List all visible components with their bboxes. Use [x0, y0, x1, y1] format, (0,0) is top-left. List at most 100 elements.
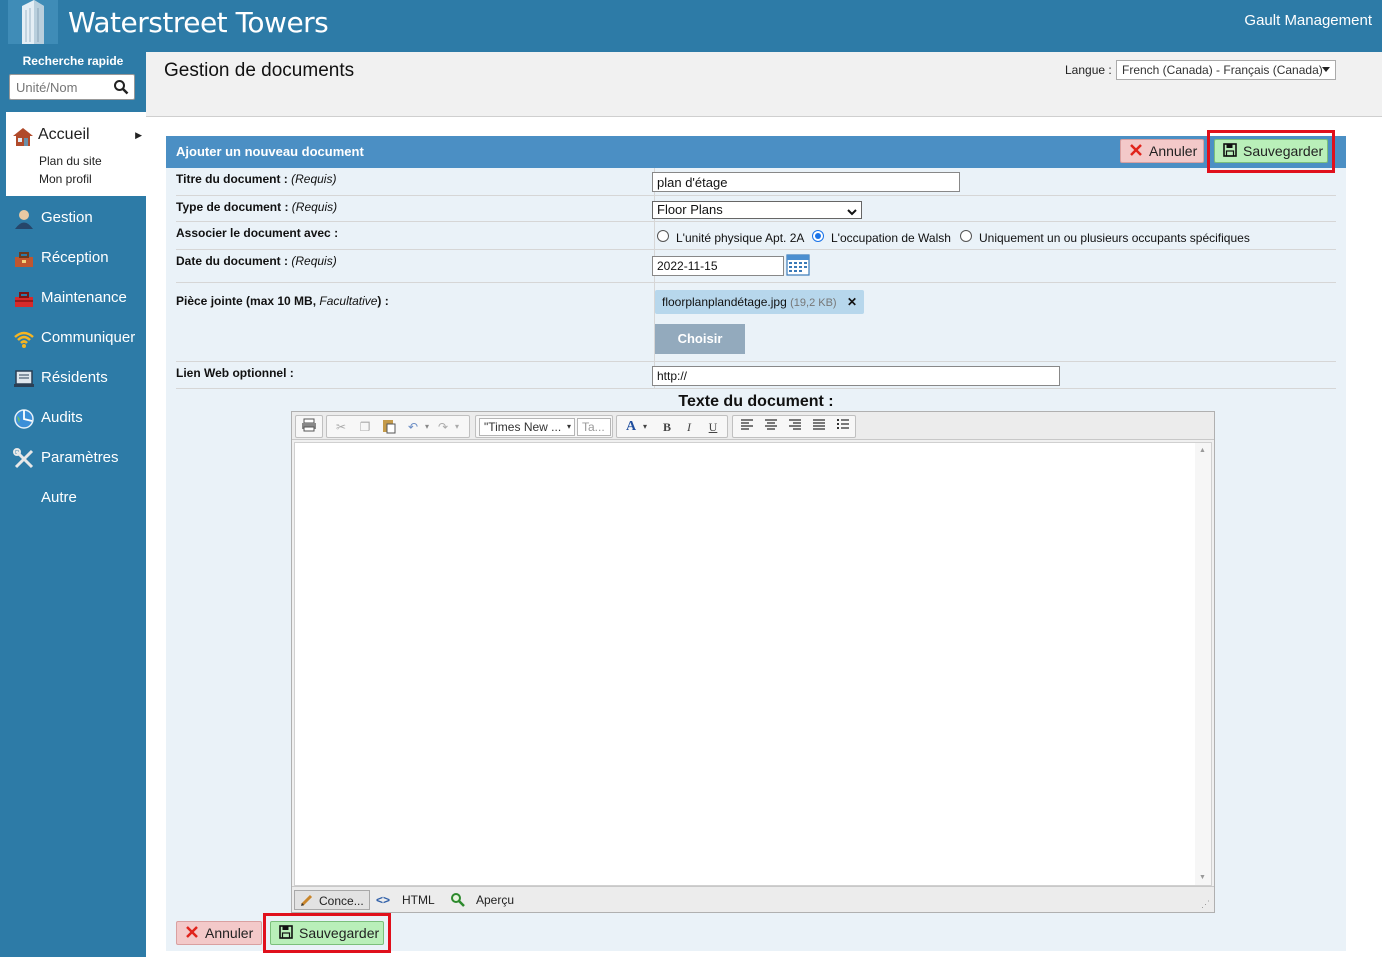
document-type-select[interactable]: Floor Plans: [652, 201, 862, 219]
date-label: Date du document : (Requis): [176, 254, 337, 268]
house-icon: [12, 127, 34, 150]
choose-file-button[interactable]: Choisir: [655, 324, 745, 354]
redo-dropdown-icon[interactable]: ▾: [447, 418, 467, 436]
magnifier-icon: [450, 892, 466, 914]
align-left-icon[interactable]: [737, 418, 757, 436]
save-button-bottom[interactable]: Sauvegarder: [270, 921, 384, 945]
close-icon: [185, 925, 199, 942]
design-mode-button[interactable]: Conce...: [294, 890, 370, 910]
document-date-input[interactable]: [652, 256, 784, 276]
toolbar-group-font: "Times New ... ▾ Ta...: [475, 415, 613, 438]
sidebar-label: Communiquer: [41, 329, 136, 346]
paste-icon[interactable]: [379, 418, 399, 436]
sidebar-item-residents[interactable]: Résidents: [0, 366, 146, 392]
save-label: Sauvegarder: [299, 925, 380, 941]
tools-icon: [13, 448, 35, 470]
quick-search-box: [9, 74, 135, 100]
associate-label: Associer le document avec :: [176, 226, 339, 240]
sidebar-subitem-profile[interactable]: Mon profil: [39, 172, 92, 186]
attached-file-size: (19,2 KB): [790, 297, 837, 309]
form-row-attachment: Pièce jointe (max 10 MB, Facultative) : …: [176, 283, 1336, 362]
sidebar-item-gestion[interactable]: Gestion: [0, 206, 146, 232]
radio-physical-unit[interactable]: [657, 230, 669, 242]
caret-down-icon: [1322, 67, 1330, 72]
font-family-dropdown[interactable]: "Times New ... ▾: [479, 418, 575, 436]
font-color-dropdown-icon[interactable]: ▾: [635, 418, 655, 436]
bold-icon[interactable]: B: [657, 418, 677, 436]
align-justify-icon[interactable]: [809, 418, 829, 436]
editor-mode-bar: Conce... <> HTML Aperçu ⋰: [292, 886, 1214, 912]
form-row-type: Type de document : (Requis) Floor Plans: [176, 196, 1336, 222]
type-label: Type de document : (Requis): [176, 200, 338, 214]
cancel-label: Annuler: [1149, 143, 1198, 159]
sidebar-item-parametres[interactable]: Paramètres: [0, 446, 146, 472]
editor-content-area[interactable]: ▲ ▼: [294, 442, 1212, 886]
panel-heading: Ajouter un nouveau document: [176, 144, 364, 159]
align-center-icon[interactable]: [761, 418, 781, 436]
document-text-label: Texte du document :: [678, 393, 834, 410]
caret-down-icon: ▾: [566, 422, 571, 431]
scroll-down-icon[interactable]: ▼: [1199, 874, 1206, 881]
font-size-dropdown[interactable]: Ta...: [577, 418, 611, 436]
title-label: Titre du document : (Requis): [176, 172, 337, 186]
sidebar-item-maintenance[interactable]: Maintenance: [0, 286, 146, 312]
radio-occupancy[interactable]: [812, 230, 824, 242]
quick-search-input[interactable]: [10, 75, 110, 99]
company-name[interactable]: Gault Management: [1244, 12, 1372, 29]
sidebar-item-audits[interactable]: Audits: [0, 406, 146, 432]
remove-file-icon[interactable]: ✕: [847, 295, 857, 309]
main-header: Gestion de documents Langue : French (Ca…: [146, 52, 1382, 117]
scroll-up-icon[interactable]: ▲: [1199, 447, 1206, 454]
sidebar-label: Résidents: [41, 369, 108, 386]
attached-file-chip: floorplanplandétage.jpg (19,2 KB) ✕: [655, 290, 864, 314]
cut-icon[interactable]: ✂: [331, 418, 351, 436]
sidebar-label: Autre: [41, 489, 77, 506]
sidebar-label: Maintenance: [41, 289, 127, 306]
globe-icon: [13, 408, 35, 430]
align-right-icon[interactable]: [785, 418, 805, 436]
numbered-list-icon[interactable]: [833, 418, 853, 436]
copy-icon[interactable]: ❐: [355, 418, 375, 436]
chevron-down-icon: [847, 205, 857, 220]
attachment-label: Pièce jointe (max 10 MB, Facultative) :: [176, 294, 389, 308]
form-row-title: Titre du document : (Requis): [176, 168, 1336, 196]
calendar-icon[interactable]: [786, 254, 810, 279]
html-mode-button[interactable]: <> HTML: [376, 890, 438, 910]
resize-grip-icon[interactable]: ⋰: [1201, 899, 1210, 910]
document-type-value: Floor Plans: [657, 202, 723, 217]
toolbox-red-icon: [13, 288, 35, 310]
preview-mode-label: Aperçu: [476, 893, 515, 907]
font-family-value: "Times New ...: [484, 420, 562, 434]
floppy-disk-icon: [1223, 142, 1237, 160]
preview-mode-button[interactable]: Aperçu: [450, 890, 520, 910]
html-mode-label: HTML: [402, 893, 435, 907]
weblink-label: Lien Web optionnel :: [176, 366, 294, 380]
radio-label-specific-occupants: Uniquement un ou plusieurs occupants spé…: [979, 231, 1250, 245]
home-menu: Accueil ▶ Plan du site Mon profil: [6, 112, 146, 196]
sidebar-label: Paramètres: [41, 449, 119, 466]
sidebar-item-communiquer[interactable]: Communiquer: [0, 326, 146, 352]
sidebar-label: Audits: [41, 409, 83, 426]
save-label: Sauvegarder: [1243, 143, 1324, 159]
sidebar-item-reception[interactable]: Réception: [0, 246, 146, 272]
cancel-button-top[interactable]: Annuler: [1120, 139, 1204, 163]
weblink-input[interactable]: [652, 366, 1060, 386]
language-select[interactable]: French (Canada) - Français (Canada): [1116, 60, 1336, 80]
editor-scrollbar[interactable]: ▲ ▼: [1195, 443, 1211, 885]
language-value: French (Canada) - Français (Canada): [1122, 63, 1323, 77]
cancel-label: Annuler: [205, 925, 254, 941]
cancel-button-bottom[interactable]: Annuler: [176, 921, 262, 945]
print-icon[interactable]: [299, 418, 319, 436]
save-button-top[interactable]: Sauvegarder: [1214, 139, 1328, 163]
italic-icon[interactable]: I: [679, 418, 699, 436]
sidebar-item-autre[interactable]: Autre: [0, 486, 146, 512]
rich-text-editor: ✂ ❐ ↶ ▾ ↷ ▾ "Times New ... ▾ Ta... A ▾ B…: [291, 411, 1215, 913]
underline-icon[interactable]: U: [703, 418, 723, 436]
sidebar-item-accueil[interactable]: Accueil: [38, 126, 90, 144]
radio-label-physical-unit: L'unité physique Apt. 2A: [676, 231, 805, 245]
document-title-input[interactable]: [652, 172, 960, 192]
attached-file-name: floorplanplandétage.jpg: [662, 295, 787, 309]
sidebar-subitem-site-map[interactable]: Plan du site: [39, 154, 102, 168]
search-icon[interactable]: [113, 79, 129, 98]
radio-specific-occupants[interactable]: [960, 230, 972, 242]
